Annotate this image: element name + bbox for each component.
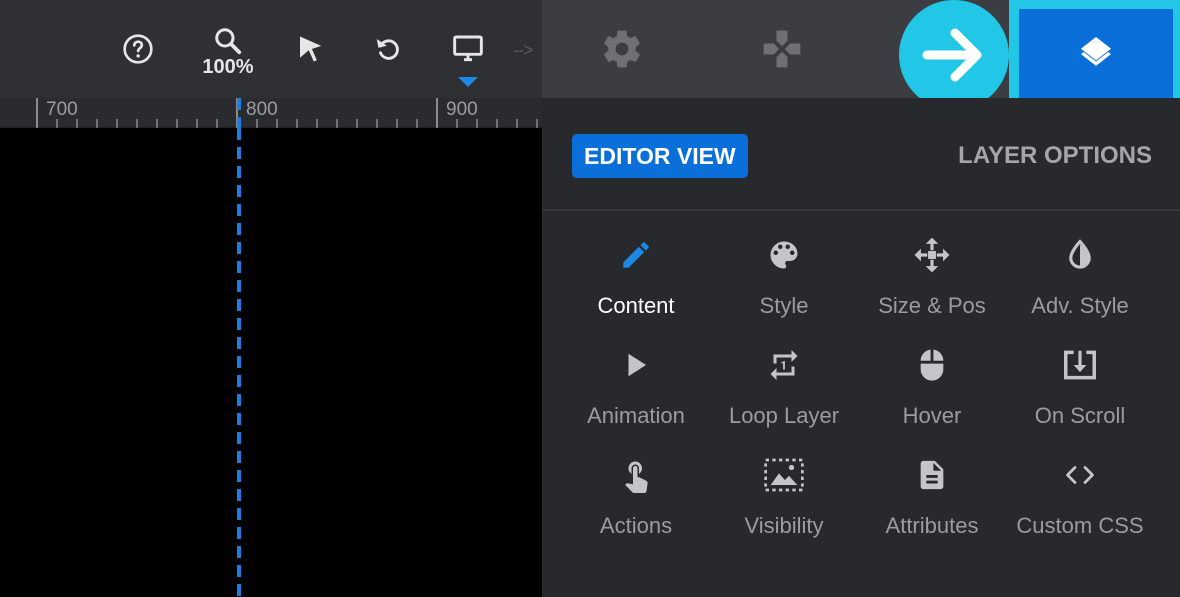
layers-tab-highlight <box>1009 0 1180 108</box>
guide-line-top <box>237 98 241 128</box>
gear-icon <box>604 30 640 68</box>
option-label: On Scroll <box>1034 403 1126 428</box>
ruler-label-900: 900 <box>446 99 478 120</box>
ruler-label-700: 700 <box>46 99 78 120</box>
layer-options-button[interactable]: LAYER OPTIONS <box>958 134 1152 178</box>
option-label: Custom CSS <box>1016 513 1144 538</box>
option-actions[interactable]: Actions <box>562 453 710 563</box>
option-label: Style <box>759 293 809 318</box>
option-animation[interactable]: Animation <box>562 343 710 453</box>
palette-icon <box>770 241 798 269</box>
layers-tab[interactable] <box>1019 9 1173 99</box>
scroll-download-icon <box>1064 350 1096 380</box>
repeat-icon <box>770 350 798 380</box>
play-icon <box>628 353 646 377</box>
arrow-right-icon <box>922 28 982 82</box>
option-label: Attributes <box>885 513 979 538</box>
layer-options-panel: EDITOR VIEW LAYER OPTIONS Content Style <box>542 98 1180 597</box>
layers-icon <box>1081 37 1111 66</box>
undo-icon <box>376 39 399 60</box>
option-loop-layer[interactable]: Loop Layer <box>710 343 858 453</box>
cursor-icon <box>300 36 322 62</box>
horizontal-ruler: 700 800 900 <box>0 98 542 128</box>
zoom-level: 100% <box>202 56 254 78</box>
option-label: Size & Pos <box>878 293 986 318</box>
option-label: Hover <box>902 403 962 428</box>
pointer-arrow-badge <box>899 0 1009 110</box>
gamepad-icon <box>763 30 801 68</box>
help-icon <box>123 34 153 64</box>
zoom-button[interactable]: 100% <box>195 0 261 98</box>
touch-icon <box>625 461 648 493</box>
code-icon <box>1066 466 1094 484</box>
option-label: Visibility <box>744 513 824 538</box>
move-icon <box>914 237 950 273</box>
option-on-scroll[interactable]: On Scroll <box>1006 343 1154 453</box>
active-device-marker <box>458 77 478 87</box>
option-adv-style[interactable]: Adv. Style <box>1006 233 1154 343</box>
drop-icon <box>1069 239 1091 269</box>
option-visibility[interactable]: Visibility <box>710 453 858 563</box>
arrow-hint: --> <box>513 40 533 60</box>
select-tool-button[interactable] <box>290 0 330 98</box>
option-hover[interactable]: Hover <box>858 343 1006 453</box>
option-label: Loop Layer <box>728 403 840 428</box>
vertical-guide-line[interactable] <box>237 128 241 597</box>
option-attributes[interactable]: Attributes <box>858 453 1006 563</box>
editor-view-button[interactable]: EDITOR VIEW <box>572 134 748 178</box>
editor-toolbar: 100% --> <box>0 0 542 98</box>
help-button[interactable] <box>115 0 161 98</box>
options-grid: Content Style Size & Pos Adv. Style Anim… <box>562 233 1158 563</box>
editor-canvas[interactable] <box>0 128 542 597</box>
option-size-pos[interactable]: Size & Pos <box>858 233 1006 343</box>
option-style[interactable]: Style <box>710 233 858 343</box>
mouse-icon <box>920 349 944 381</box>
option-label: Content <box>597 293 675 318</box>
option-label: Adv. Style <box>1031 293 1129 318</box>
view-switcher: EDITOR VIEW LAYER OPTIONS <box>542 98 1180 211</box>
controls-tab[interactable] <box>752 0 812 98</box>
image-frame-icon <box>764 458 804 492</box>
option-content[interactable]: Content <box>562 233 710 343</box>
search-icon <box>215 28 242 55</box>
monitor-icon <box>453 35 483 62</box>
document-icon <box>920 460 944 490</box>
pencil-icon <box>623 242 649 268</box>
option-label: Animation <box>587 403 685 428</box>
settings-tab[interactable] <box>592 0 652 98</box>
option-custom-css[interactable]: Custom CSS <box>1006 453 1154 563</box>
undo-button[interactable] <box>368 0 408 98</box>
option-label: Actions <box>599 513 673 538</box>
ruler-label-800: 800 <box>246 99 278 120</box>
